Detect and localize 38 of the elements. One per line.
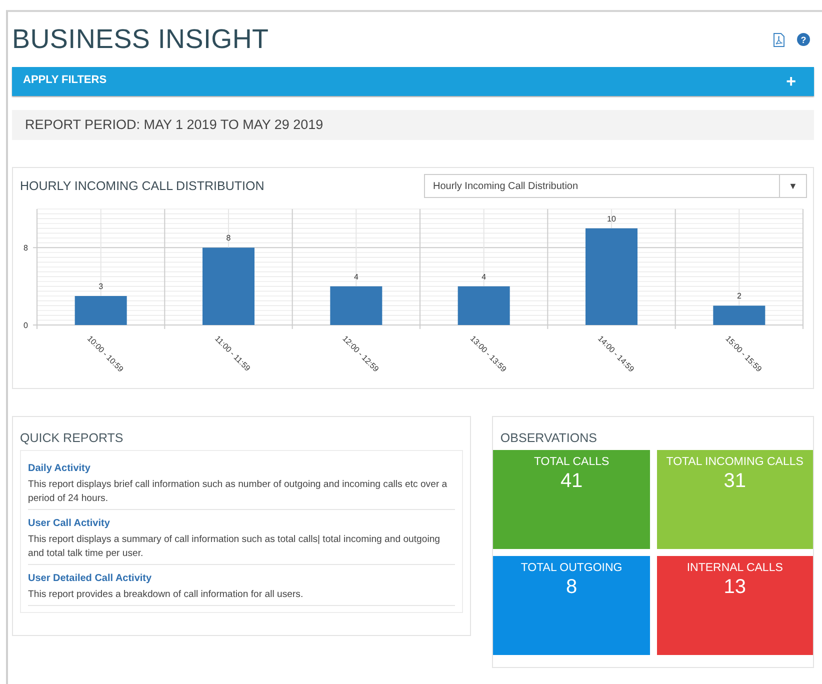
help-button[interactable]: ? <box>797 33 810 46</box>
stat-value: 8 <box>566 576 578 599</box>
report-link[interactable]: User Call Activity <box>28 518 110 529</box>
bar <box>713 306 766 325</box>
stat-label: TOTAL INCOMING CALLS <box>666 456 804 468</box>
report-description: This report displays brief call information such as number of outgoing and incoming calls etc over a period of 24 hours. <box>28 478 448 506</box>
section-title: QUICK REPORTS <box>20 431 124 445</box>
axis-tick-label: 8 <box>24 244 28 253</box>
stat-label: TOTAL OUTGOING <box>520 562 622 574</box>
chart-title: HOURLY INCOMING CALL DISTRIBUTION <box>20 179 264 193</box>
filter-bar[interactable]: APPLY FILTERS + <box>12 67 814 96</box>
select-value: Hourly Incoming Call Distribution <box>433 180 580 192</box>
stat-value: 31 <box>724 470 746 493</box>
data-label: 4 <box>482 272 486 282</box>
data-label: 10 <box>607 214 616 224</box>
expand-button[interactable]: + <box>784 73 798 90</box>
data-label: 3 <box>98 282 104 291</box>
stat-label: TOTAL CALLS <box>534 456 610 468</box>
stat-value: 13 <box>724 576 746 599</box>
bar <box>74 296 127 325</box>
chart-select[interactable]: Hourly Incoming Call Distribution ▼ <box>424 174 807 198</box>
bar <box>330 286 382 325</box>
data-label: 4 <box>354 272 358 282</box>
stat-value: 41 <box>560 470 583 493</box>
report-link[interactable]: User Detailed Call Activity <box>28 573 152 584</box>
pdf-icon[interactable] <box>773 32 785 46</box>
page-title: BUSINESS INSIGHT <box>12 24 269 55</box>
filter-label: APPLY FILTERS <box>23 74 107 86</box>
report-description: This report provides a breakdown of call information for all users. <box>28 588 304 602</box>
data-label: 2 <box>736 292 742 301</box>
stat-label: INTERNAL CALLS <box>686 562 783 574</box>
section-title: OBSERVATIONS <box>500 431 597 445</box>
bar <box>458 286 510 325</box>
report-description: This report displays a summary of call information such as total calls| total incoming and outgoing and total talk time per user. <box>28 533 442 561</box>
report-link[interactable]: Daily Activity <box>28 463 90 474</box>
data-label: 8 <box>226 234 231 243</box>
axis-tick-label: 0 <box>24 321 28 330</box>
report-period: REPORT PERIOD: MAY 1 2019 TO MAY 29 2019 <box>25 116 324 134</box>
